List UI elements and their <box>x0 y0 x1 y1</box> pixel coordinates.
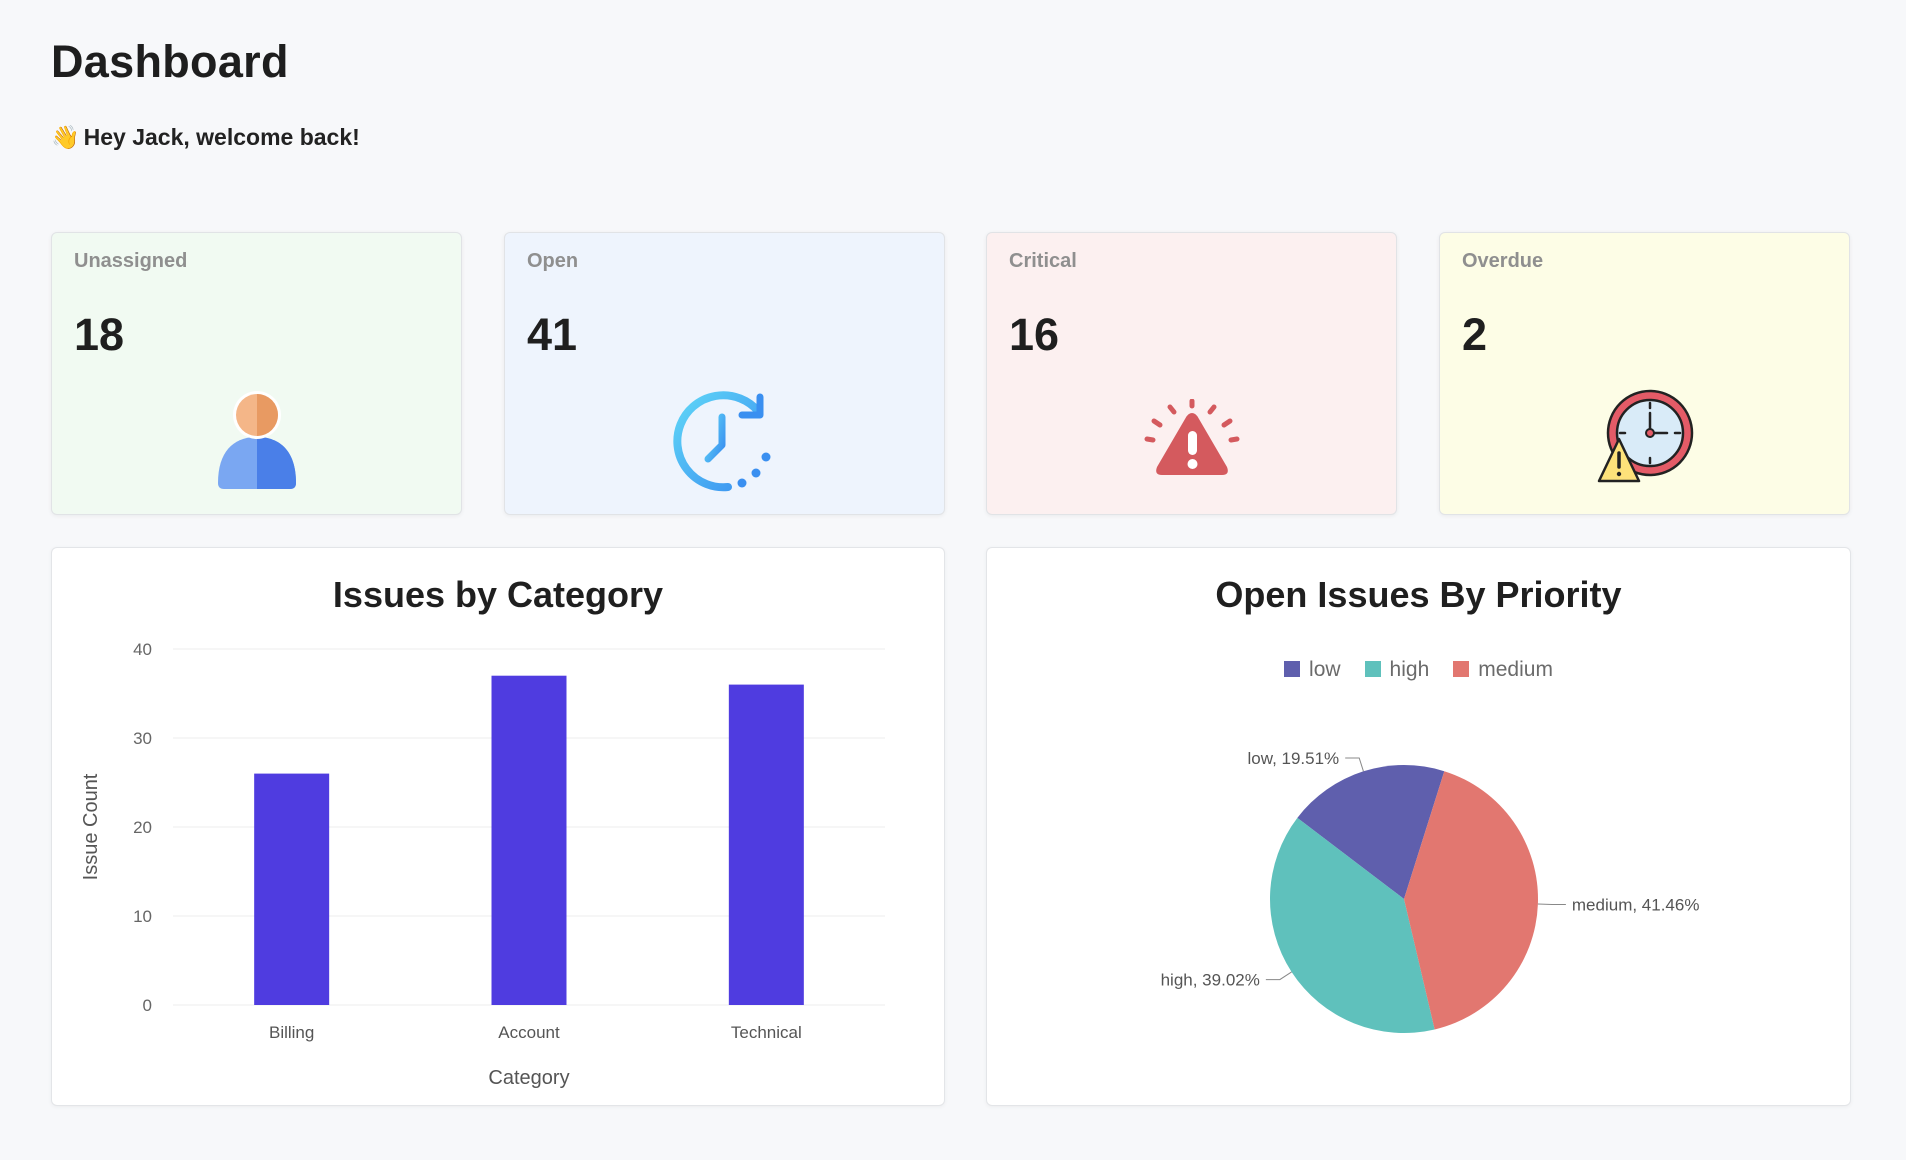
waving-hand-icon: 👋 <box>51 124 80 150</box>
stat-value: 2 <box>1462 309 1488 360</box>
x-axis-label: Category <box>488 1067 569 1089</box>
open-issues-by-priority-panel: Open Issues By Priority low high medium lo… <box>986 547 1851 1106</box>
x-tick-label: Account <box>498 1023 560 1042</box>
bar-account[interactable] <box>491 675 567 1005</box>
alert-siren-icon <box>1144 398 1240 484</box>
greeting-text: Hey Jack, welcome back! <box>83 124 360 150</box>
clock-refresh-icon <box>670 387 780 502</box>
stat-label: Critical <box>1009 250 1077 272</box>
greeting: 👋 Hey Jack, welcome back! <box>51 124 360 151</box>
pie-chart: low, 19.51% high, 39.02% medium, 41.46% <box>1161 749 1700 1033</box>
y-tick-label: 30 <box>133 729 152 748</box>
stat-card-unassigned[interactable]: Unassigned 18 <box>51 232 462 515</box>
stat-value: 18 <box>74 309 125 360</box>
pie-label-low: low, 19.51% <box>1248 749 1340 768</box>
bar-billing[interactable] <box>254 773 330 1005</box>
stat-label: Overdue <box>1462 250 1544 272</box>
bar-technical[interactable] <box>728 684 804 1005</box>
page-title: Dashboard <box>51 36 289 87</box>
stat-value: 41 <box>527 309 578 360</box>
clock-warning-icon <box>1595 389 1695 492</box>
stat-card-overdue[interactable]: Overdue 2 <box>1439 232 1850 515</box>
pie-label-medium: medium, 41.46% <box>1572 896 1700 915</box>
y-tick-label: 40 <box>133 640 152 659</box>
y-tick-label: 0 <box>143 996 152 1015</box>
callout-line <box>1265 971 1292 981</box>
y-tick-label: 10 <box>133 907 152 926</box>
stat-value: 16 <box>1009 309 1060 360</box>
issues-by-category-panel: Issues by Category 0 10 20 30 40 Billing Accou… <box>51 547 945 1106</box>
x-tick-label: Technical <box>731 1023 802 1042</box>
callout-line <box>1537 903 1566 906</box>
stat-card-open[interactable]: Open 41 <box>504 232 945 515</box>
user-icon <box>214 391 300 496</box>
x-tick-label: Billing <box>269 1023 314 1042</box>
stat-label: Open <box>527 250 579 272</box>
callout-line <box>1345 757 1364 772</box>
bar-chart: 0 10 20 30 40 Billing Account Technical Category… <box>80 640 885 1089</box>
pie-label-high: high, 39.02% <box>1161 971 1260 990</box>
stat-card-critical[interactable]: Critical 16 <box>986 232 1397 515</box>
y-tick-label: 20 <box>133 818 152 837</box>
stat-label: Unassigned <box>74 250 188 272</box>
y-axis-label: Issue Count <box>80 773 102 880</box>
